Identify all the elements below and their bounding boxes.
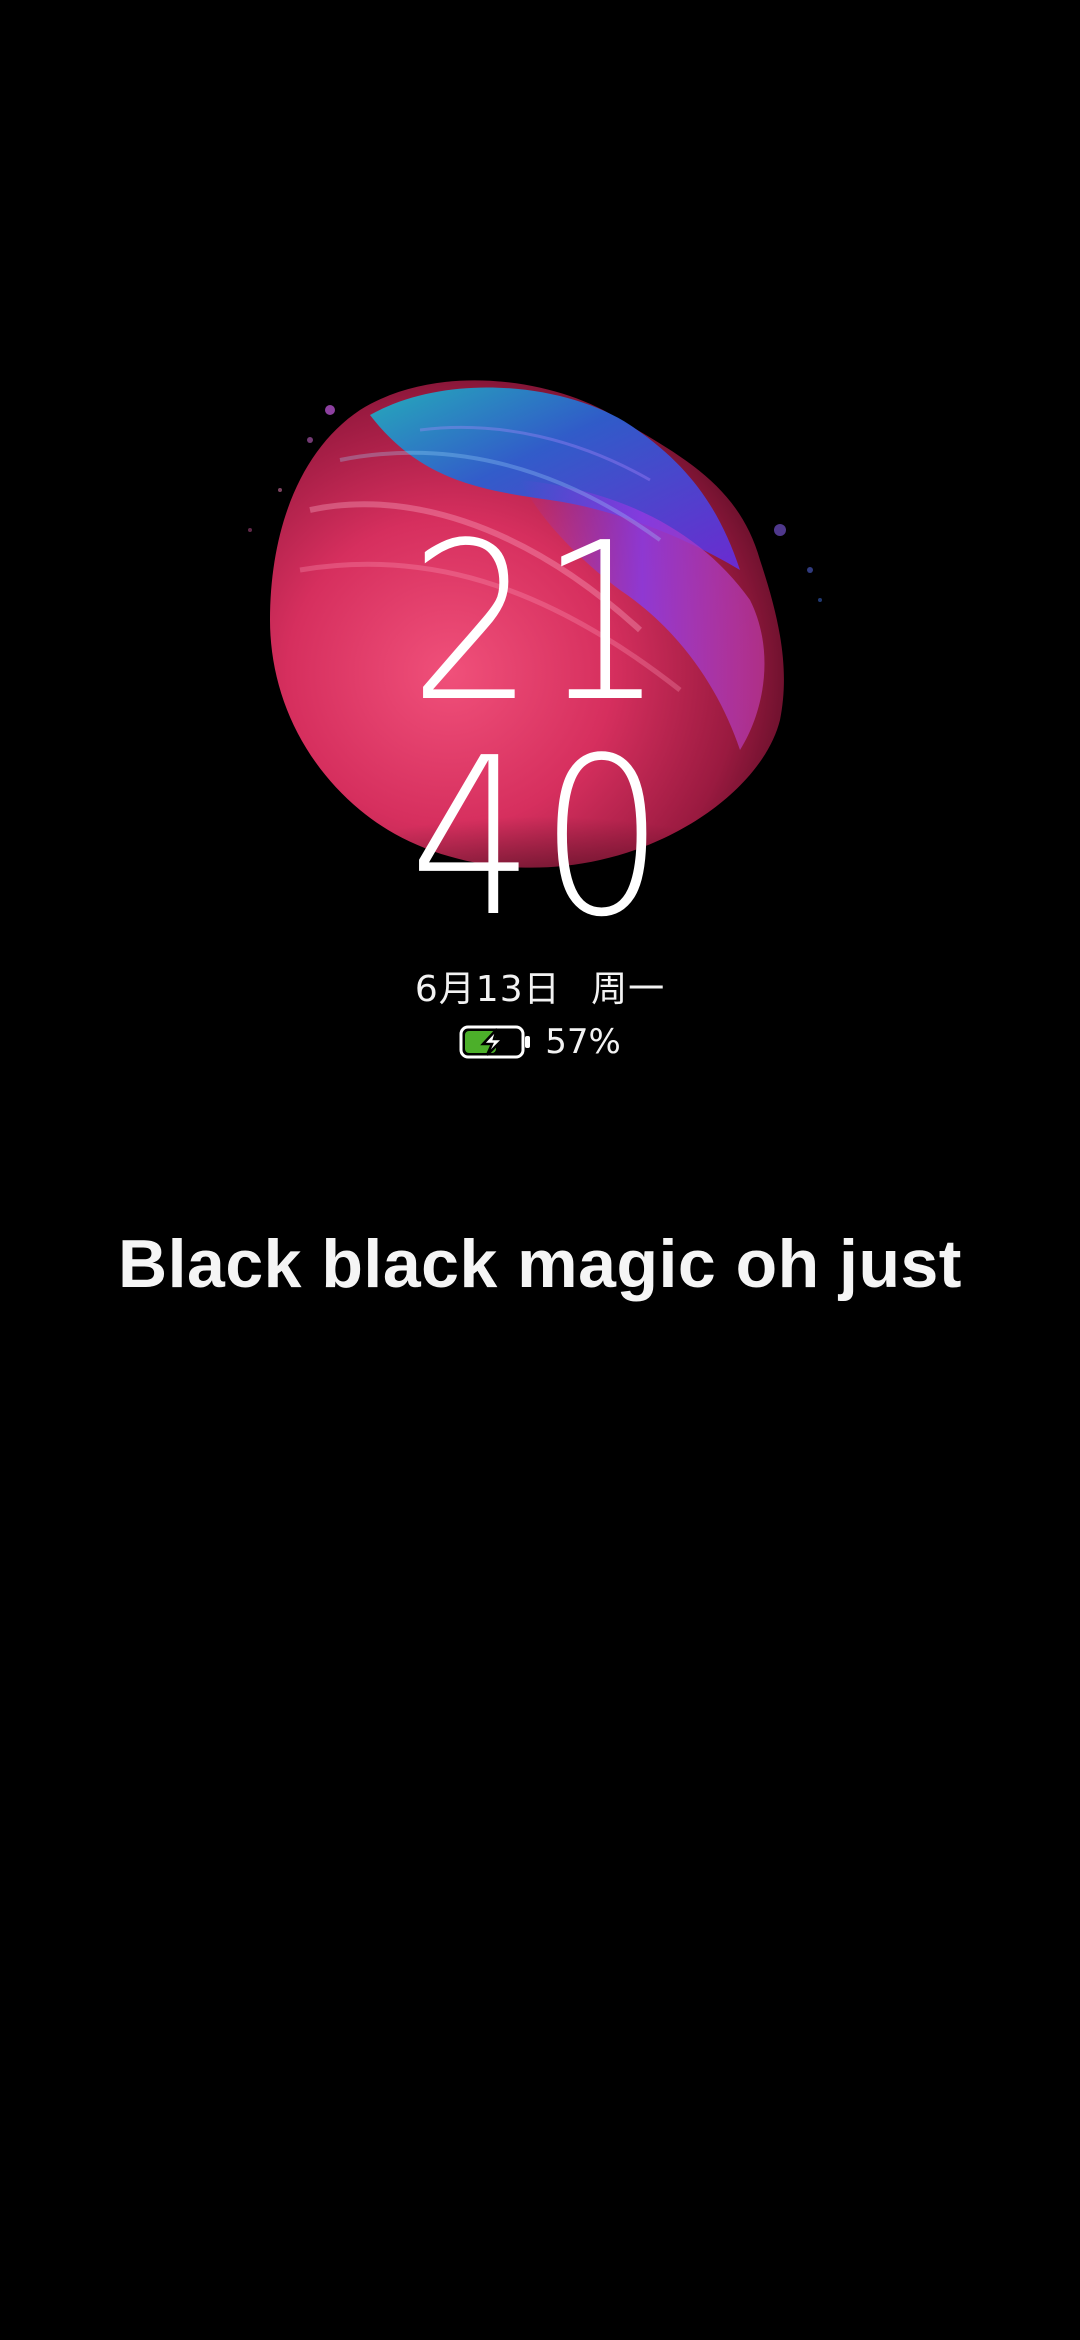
date-display: 6月13日 周一 — [0, 960, 1080, 1012]
battery-percent: 57% — [545, 1022, 621, 1062]
clock-hours: 21 — [0, 515, 1080, 733]
date-weekday: 周一 — [591, 969, 666, 1010]
lockscreen: 21 40 6月13日 周一 57% Black black magic oh … — [0, 0, 1080, 2340]
clock-hours-text: 21 — [409, 497, 671, 750]
lyric-line: Black black magic oh just — [118, 1226, 962, 1302]
date-month-day: 6月13日 — [414, 969, 561, 1010]
clock-minutes: 40 — [0, 730, 1080, 948]
battery-charging-icon — [459, 1024, 533, 1060]
battery-status: 57% — [0, 1022, 1080, 1062]
clock-minutes-text: 40 — [409, 712, 671, 965]
